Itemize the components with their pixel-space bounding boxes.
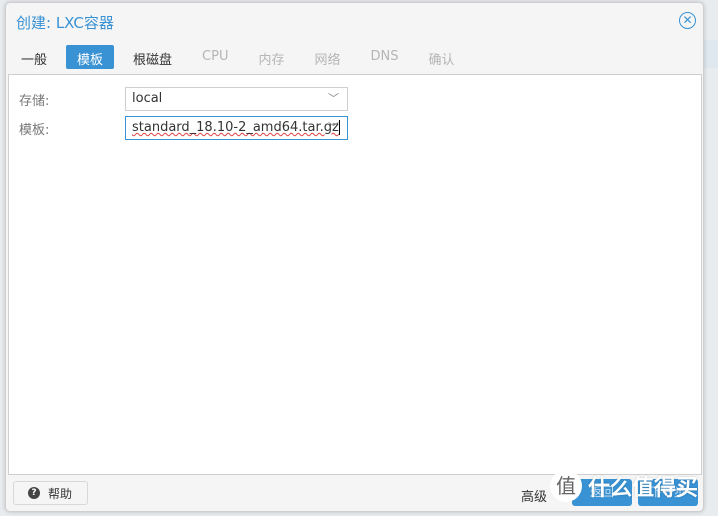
tab-confirm: 确认 <box>428 53 455 68</box>
dialog-title: 创建: LXC容器 <box>16 14 114 32</box>
tab-dns: DNS <box>370 49 399 64</box>
template-select[interactable]: standard_18.10-2_amd64.tar.gz ﹀ <box>125 116 348 140</box>
storage-select[interactable]: local ﹀ <box>125 87 348 111</box>
template-value: standard_18.10-2_amd64.tar.gz <box>132 120 339 135</box>
watermark: 值 什么值得买 <box>550 470 698 502</box>
tab-template[interactable]: 模板 <box>66 45 115 69</box>
chevron-down-icon[interactable]: ﹀ <box>328 90 339 106</box>
create-lxc-dialog: 创建: LXC容器 ✕ 一般 模板 根磁盘 CPU 内存 网络 DNS 确认 存… <box>5 2 704 512</box>
form-panel: 存储: local ﹀ 模板: standard_18.10-2_amd64.ta… <box>8 74 702 475</box>
tab-memory: 内存 <box>258 53 285 68</box>
tab-root-disk[interactable]: 根磁盘 <box>122 45 183 69</box>
help-label: 帮助 <box>48 486 73 501</box>
tab-network: 网络 <box>314 53 341 68</box>
tab-general[interactable]: 一般 <box>10 45 58 69</box>
help-button[interactable]: ? 帮助 <box>13 481 88 505</box>
advanced-checkbox-label[interactable]: 高级 <box>521 486 547 505</box>
question-icon: ? <box>28 487 40 499</box>
storage-label: 存储: <box>19 93 50 109</box>
tab-cpu: CPU <box>202 49 229 64</box>
tab-bar: 一般 模板 根磁盘 CPU 内存 网络 DNS 确认 <box>10 45 474 69</box>
template-label: 模板: <box>19 122 50 138</box>
watermark-logo: 值 <box>550 470 582 502</box>
storage-value: local <box>132 91 163 106</box>
chevron-down-icon[interactable]: ﹀ <box>328 119 339 135</box>
close-icon[interactable]: ✕ <box>679 12 696 29</box>
watermark-text: 什么值得买 <box>588 476 699 501</box>
